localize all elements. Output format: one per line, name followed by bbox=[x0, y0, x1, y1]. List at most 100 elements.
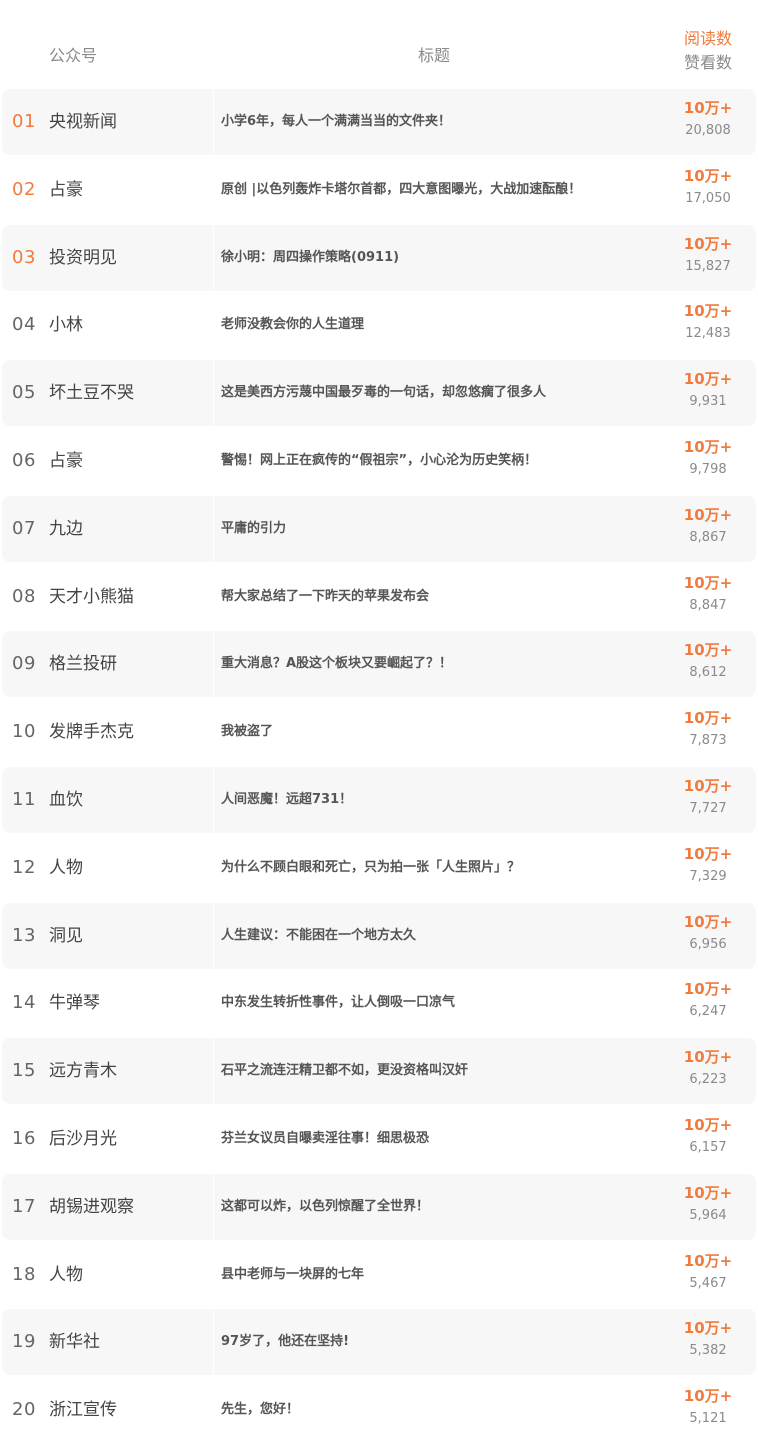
row-article-title[interactable]: 这都可以炸，以色列惊醒了全世界！ bbox=[221, 1173, 641, 1241]
row-article-title[interactable]: 小学6年，每人一个满满当当的文件夹！ bbox=[221, 88, 641, 156]
row-read-count: 10万+ bbox=[683, 438, 733, 456]
row-article-title[interactable]: 先生，您好！ bbox=[221, 1376, 641, 1444]
row-like-count: 6,157 bbox=[689, 1140, 727, 1155]
row-metrics: 10万+ 15,827 bbox=[660, 224, 756, 292]
row-read-count: 10万+ bbox=[683, 844, 733, 863]
table-row[interactable]: 20 浙江宣传 先生，您好！ 10万+ 5,121 bbox=[0, 1376, 758, 1444]
row-read-count: 10万+ bbox=[683, 234, 733, 253]
table-row[interactable]: 13 洞见 人生建议：不能困在一个地方太久 10万+ 6,956 bbox=[0, 902, 758, 970]
row-metrics: 10万+ 6,157 bbox=[660, 1105, 756, 1173]
table-row[interactable]: 05 坏土豆不哭 这是美西方污蔑中国最歹毒的一句话，却忽悠瘸了很多人 10万+ 9,93… bbox=[0, 359, 758, 427]
row-read-count: 10万+ bbox=[683, 302, 733, 321]
column-header-reads: 阅读数 bbox=[683, 29, 732, 48]
row-metrics: 10万+ 12,483 bbox=[660, 291, 756, 359]
row-article-title[interactable]: 人间恶魔！远超731！ bbox=[221, 766, 641, 834]
row-read-count: 10万+ bbox=[683, 912, 733, 931]
row-read-count: 10万+ bbox=[683, 99, 733, 117]
row-like-count: 7,873 bbox=[689, 733, 727, 749]
row-metrics: 10万+ 5,467 bbox=[660, 1241, 756, 1309]
row-account-name[interactable]: 人物 bbox=[49, 1241, 83, 1309]
row-rank: 18 bbox=[12, 1263, 36, 1285]
row-account-name[interactable]: 央视新闻 bbox=[49, 88, 117, 156]
table-row[interactable]: 01 央视新闻 小学6年，每人一个满满当当的文件夹！ 10万+ 20,808 bbox=[0, 88, 758, 156]
row-metrics: 10万+ 17,050 bbox=[660, 156, 756, 224]
table-row[interactable]: 12 人物 为什么不顾白眼和死亡，只为拍一张「人生照片」？ 10万+ 7,329 bbox=[0, 834, 758, 902]
table-row[interactable]: 18 人物 县中老师与一块屏的七年 10万+ 5,467 bbox=[0, 1241, 758, 1309]
row-account-name[interactable]: 九边 bbox=[49, 495, 83, 563]
row-rank: 15 bbox=[12, 1060, 36, 1082]
row-account-name[interactable]: 格兰投研 bbox=[49, 630, 117, 698]
row-account-name[interactable]: 新华社 bbox=[49, 1308, 100, 1376]
row-account-name[interactable]: 洞见 bbox=[49, 902, 83, 970]
row-account-name[interactable]: 小林 bbox=[49, 291, 83, 359]
row-account-name[interactable]: 坏土豆不哭 bbox=[49, 359, 134, 427]
table-row[interactable]: 03 投资明见 徐小明：周四操作策略(0911) 10万+ 15,827 bbox=[0, 224, 758, 292]
table-row[interactable]: 07 九边 平庸的引力 10万+ 8,867 bbox=[0, 495, 758, 563]
table-header: 公众号 标题 阅读数 赞看数 bbox=[0, 0, 758, 88]
row-like-count: 7,329 bbox=[689, 868, 727, 884]
row-metrics: 10万+ 5,382 bbox=[660, 1308, 756, 1376]
table-row[interactable]: 06 占豪 警惕！网上正在疯传的“假祖宗”，小心沦为历史笑柄！ 10万+ 9,798 bbox=[0, 427, 758, 495]
row-article-title[interactable]: 我被盗了 bbox=[221, 698, 641, 766]
column-header-account: 公众号 bbox=[49, 46, 98, 65]
row-read-count: 10万+ bbox=[683, 166, 733, 185]
table-row[interactable]: 14 牛弹琴 中东发生转折性事件，让人倒吸一口凉气 10万+ 6,247 bbox=[0, 969, 758, 1037]
row-metrics: 10万+ 9,931 bbox=[660, 359, 756, 427]
row-metrics: 10万+ 7,873 bbox=[660, 698, 756, 766]
row-account-name[interactable]: 占豪 bbox=[49, 156, 83, 224]
row-article-title[interactable]: 县中老师与一块屏的七年 bbox=[221, 1241, 641, 1309]
row-rank: 01 bbox=[12, 111, 36, 132]
row-rank: 14 bbox=[12, 992, 36, 1014]
row-read-count: 10万+ bbox=[683, 1251, 733, 1270]
row-article-title[interactable]: 平庸的引力 bbox=[221, 495, 641, 563]
row-article-title[interactable]: 97岁了，他还在坚持! bbox=[221, 1308, 641, 1376]
row-rank: 09 bbox=[12, 653, 36, 675]
table-row[interactable]: 11 血饮 人间恶魔！远超731！ 10万+ 7,727 bbox=[0, 766, 758, 834]
row-account-name[interactable]: 浙江宣传 bbox=[49, 1376, 117, 1444]
row-article-title[interactable]: 警惕！网上正在疯传的“假祖宗”，小心沦为历史笑柄！ bbox=[221, 427, 641, 495]
row-account-name[interactable]: 天才小熊猫 bbox=[49, 563, 134, 631]
row-article-title[interactable]: 为什么不顾白眼和死亡，只为拍一张「人生照片」？ bbox=[221, 834, 641, 902]
row-account-name[interactable]: 人物 bbox=[49, 834, 83, 902]
row-like-count: 5,121 bbox=[689, 1411, 727, 1427]
row-account-name[interactable]: 发牌手杰克 bbox=[49, 698, 134, 766]
row-article-title[interactable]: 帮大家总结了一下昨天的苹果发布会 bbox=[221, 563, 641, 631]
table-row[interactable]: 17 胡锡进观察 这都可以炸，以色列惊醒了全世界！ 10万+ 5,964 bbox=[0, 1173, 758, 1241]
table-row[interactable]: 16 后沙月光 芬兰女议员自曝卖淫往事！细思极恐 10万+ 6,157 bbox=[0, 1105, 758, 1173]
row-account-name[interactable]: 后沙月光 bbox=[49, 1105, 117, 1173]
table-row[interactable]: 09 格兰投研 重大消息？A股这个板块又要崛起了？！ 10万+ 8,612 bbox=[0, 630, 758, 698]
row-article-title[interactable]: 石平之流连汪精卫都不如，更没资格叫汉奸 bbox=[221, 1037, 641, 1105]
row-article-title[interactable]: 芬兰女议员自曝卖淫往事！细思极恐 bbox=[221, 1105, 641, 1173]
table-row[interactable]: 08 天才小熊猫 帮大家总结了一下昨天的苹果发布会 10万+ 8,847 bbox=[0, 563, 758, 631]
row-metrics: 10万+ 6,247 bbox=[660, 969, 756, 1037]
table-row[interactable]: 10 发牌手杰克 我被盗了 10万+ 7,873 bbox=[0, 698, 758, 766]
row-account-name[interactable]: 远方青木 bbox=[49, 1037, 117, 1105]
row-like-count: 17,050 bbox=[685, 190, 731, 206]
row-read-count: 10万+ bbox=[683, 980, 733, 999]
row-read-count: 10万+ bbox=[683, 1116, 733, 1134]
row-article-title[interactable]: 徐小明：周四操作策略(0911) bbox=[221, 224, 641, 292]
row-account-name[interactable]: 占豪 bbox=[49, 427, 83, 495]
row-article-title[interactable]: 中东发生转折性事件，让人倒吸一口凉气 bbox=[221, 969, 641, 1037]
table-row[interactable]: 02 占豪 原创 |以色列轰炸卡塔尔首都，四大意图曝光，大战加速酝酿！ 10万+ 17,… bbox=[0, 156, 758, 224]
row-metrics: 10万+ 8,867 bbox=[660, 495, 756, 563]
row-like-count: 8,867 bbox=[689, 529, 727, 545]
row-article-title[interactable]: 人生建议：不能困在一个地方太久 bbox=[221, 902, 641, 970]
row-article-title[interactable]: 这是美西方污蔑中国最歹毒的一句话，却忽悠瘸了很多人 bbox=[221, 359, 641, 427]
row-account-name[interactable]: 血饮 bbox=[49, 766, 83, 834]
row-like-count: 5,964 bbox=[689, 1207, 727, 1223]
row-metrics: 10万+ 6,223 bbox=[660, 1037, 756, 1105]
row-account-name[interactable]: 投资明见 bbox=[49, 224, 117, 292]
row-rank: 03 bbox=[12, 246, 36, 268]
row-metrics: 10万+ 8,612 bbox=[660, 630, 756, 698]
row-article-title[interactable]: 重大消息？A股这个板块又要崛起了？！ bbox=[221, 630, 641, 698]
row-account-name[interactable]: 胡锡进观察 bbox=[49, 1173, 134, 1241]
row-rank: 16 bbox=[12, 1128, 36, 1149]
row-article-title[interactable]: 原创 |以色列轰炸卡塔尔首都，四大意图曝光，大战加速酝酿！ bbox=[221, 156, 641, 224]
row-rank: 11 bbox=[12, 789, 36, 810]
table-row[interactable]: 15 远方青木 石平之流连汪精卫都不如，更没资格叫汉奸 10万+ 6,223 bbox=[0, 1037, 758, 1105]
table-row[interactable]: 19 新华社 97岁了，他还在坚持! 10万+ 5,382 bbox=[0, 1308, 758, 1376]
table-row[interactable]: 04 小林 老师没教会你的人生道理 10万+ 12,483 bbox=[0, 291, 758, 359]
row-article-title[interactable]: 老师没教会你的人生道理 bbox=[221, 291, 641, 359]
row-account-name[interactable]: 牛弹琴 bbox=[49, 969, 100, 1037]
